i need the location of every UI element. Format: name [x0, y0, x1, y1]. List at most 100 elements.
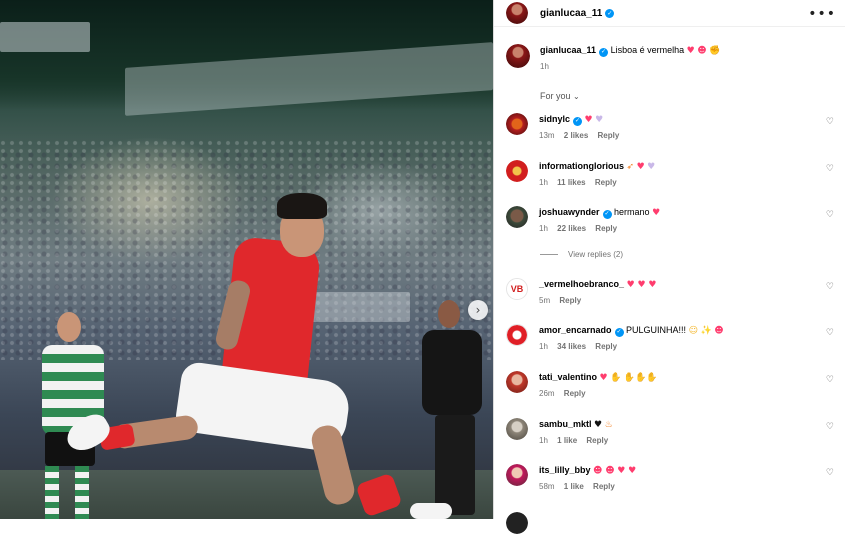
commenter-username[interactable]: sidnylc: [539, 114, 570, 124]
stadium-banner: [0, 22, 90, 52]
author-username[interactable]: gianlucaa_11: [540, 8, 602, 19]
comment-item: informationglorious ➶ ♥ ♥ 1h 11 likes Re…: [506, 160, 836, 187]
heart-outline-icon[interactable]: ♡: [826, 422, 834, 432]
heart-emoji-icon: ♥: [636, 162, 645, 172]
heart-outline-icon[interactable]: ♡: [826, 328, 834, 338]
reply-button[interactable]: Reply: [595, 178, 617, 187]
heart-outline-icon[interactable]: ♡: [826, 164, 834, 174]
heart-emoji-icon: ♥: [584, 115, 593, 125]
verified-badge-icon: ✓: [605, 8, 615, 18]
reply-button[interactable]: Reply: [564, 389, 586, 398]
comment-timestamp: 1h: [539, 178, 548, 187]
heart-outline-icon[interactable]: ♡: [826, 375, 834, 385]
instagram-post-viewer: › gianlucaa_11 ✓ ••• gianlucaa_11 ✓ Lisbo…: [0, 0, 845, 534]
heart-emoji-icon: ♥: [599, 373, 608, 383]
heart-eyes-emoji-icon: ☻: [714, 326, 724, 336]
more-options-icon[interactable]: •••: [808, 6, 836, 22]
next-photo-button[interactable]: ›: [468, 300, 488, 320]
author-avatar[interactable]: [506, 44, 530, 68]
opponent-player-leg: [45, 466, 59, 519]
comment-item: sidnylc ✓ ♥ ♥ 13m 2 likes Reply ♡: [506, 113, 836, 140]
comment-timestamp: 58m: [539, 482, 555, 491]
caption-text: Lisboa é vermelha: [610, 45, 685, 55]
commenter-avatar[interactable]: [506, 512, 528, 534]
post-caption: gianlucaa_11 ✓ Lisboa é vermelha ♥ ☻ ✊ 1h: [506, 44, 720, 71]
comment-item-partial: [506, 512, 836, 534]
comment-timestamp: 1h: [539, 224, 548, 233]
clapping-hands-emoji-icon: ✋✋✋: [623, 373, 658, 383]
comment-likes[interactable]: 34 likes: [557, 342, 586, 351]
reply-button[interactable]: Reply: [586, 436, 608, 445]
reply-button[interactable]: Reply: [559, 296, 581, 305]
commenter-avatar[interactable]: [506, 371, 528, 393]
commenter-username[interactable]: tati_valentino: [539, 372, 597, 382]
sort-label: For you: [540, 91, 571, 101]
commenter-avatar[interactable]: [506, 113, 528, 135]
comment-likes[interactable]: 1 like: [557, 436, 577, 445]
heart-outline-icon[interactable]: ♡: [826, 210, 834, 220]
opponent-player-head: [57, 312, 81, 342]
raising-hands-emoji-icon: ✋: [610, 373, 622, 383]
commenter-avatar[interactable]: [506, 206, 528, 228]
comment-timestamp: 13m: [539, 131, 555, 140]
caption-username[interactable]: gianlucaa_11: [540, 45, 596, 55]
comment-likes[interactable]: 22 likes: [557, 224, 586, 233]
commenter-avatar[interactable]: [506, 324, 528, 346]
reply-button[interactable]: Reply: [598, 131, 620, 140]
replies-divider: [540, 254, 558, 255]
verified-badge-icon: ✓: [614, 327, 624, 337]
caption-meta: 1h: [540, 62, 720, 71]
heart-emoji-icon: ♥ ♥: [617, 466, 637, 476]
commenter-username[interactable]: its_lilly_bby: [539, 465, 591, 475]
comment-sort-dropdown[interactable]: For you ⌄: [540, 91, 580, 101]
opponent-player-leg: [75, 466, 89, 519]
commenter-username[interactable]: joshuawynder: [539, 207, 600, 217]
verified-badge-icon: ✓: [573, 116, 583, 126]
stadium-banner: [310, 292, 410, 322]
commenter-username[interactable]: amor_encarnado: [539, 325, 612, 335]
black-heart-emoji-icon: ♥: [594, 420, 603, 430]
flexed-biceps-emoji-icon: ✊: [709, 46, 721, 56]
commenter-username[interactable]: informationglorious: [539, 161, 624, 171]
player-hair: [277, 193, 327, 219]
comment-timestamp: 5m: [539, 296, 551, 305]
comment-text: PULGUINHA!!!: [626, 325, 687, 335]
heart-outline-icon[interactable]: ♡: [826, 117, 834, 127]
heart-outline-icon[interactable]: ♡: [826, 468, 834, 478]
reply-button[interactable]: Reply: [595, 342, 617, 351]
view-replies-button[interactable]: View replies (2): [540, 250, 623, 259]
comment-item: amor_encarnado ✓ PULGUINHA!!! ☺ ✨ ☻ 1h 34…: [506, 324, 836, 351]
referee-shirt: [422, 330, 482, 415]
commenter-username[interactable]: sambu_mktl: [539, 419, 592, 429]
comment-item: its_lilly_bby ☻ ☻ ♥ ♥ 58m 1 like Reply ♡: [506, 464, 836, 491]
commenter-avatar[interactable]: [506, 418, 528, 440]
commenter-avatar[interactable]: [506, 160, 528, 182]
comment-text: hermano: [614, 207, 650, 217]
referee-legs: [435, 415, 475, 515]
view-replies-label: View replies (2): [568, 250, 623, 259]
heart-emoji-icon: ♥ ♥ ♥: [626, 280, 657, 290]
reply-button[interactable]: Reply: [595, 224, 617, 233]
chevron-down-icon: ⌄: [573, 92, 580, 101]
comment-likes[interactable]: 2 likes: [564, 131, 588, 140]
referee-head: [438, 300, 460, 328]
chevron-right-icon: ›: [475, 303, 481, 317]
white-heart-emoji-icon: ♥: [647, 162, 656, 172]
comments-panel: gianlucaa_11 ✓ ••• gianlucaa_11 ✓ Lisboa …: [493, 0, 845, 534]
comment-timestamp: 1h: [539, 436, 548, 445]
comment-timestamp: 26m: [539, 389, 555, 398]
heart-eyes-emoji-icon: ☻: [697, 46, 707, 56]
commenter-avatar[interactable]: [506, 464, 528, 486]
heart-outline-icon[interactable]: ♡: [826, 282, 834, 292]
comment-likes[interactable]: 1 like: [564, 482, 584, 491]
comment-timestamp: 1h: [539, 342, 548, 351]
reply-button[interactable]: Reply: [593, 482, 615, 491]
commenter-username[interactable]: _vermelhoebranco_: [539, 279, 624, 289]
eagle-emoji-icon: ➶: [626, 162, 635, 172]
post-photo: ›: [0, 0, 493, 519]
commenter-avatar[interactable]: VB: [506, 278, 528, 300]
comment-likes[interactable]: 11 likes: [557, 178, 585, 187]
comment-item: VB _vermelhoebranco_ ♥ ♥ ♥ 5m Reply ♡: [506, 278, 836, 305]
heart-emoji-icon: ♥: [652, 208, 661, 218]
author-avatar[interactable]: [506, 2, 528, 24]
